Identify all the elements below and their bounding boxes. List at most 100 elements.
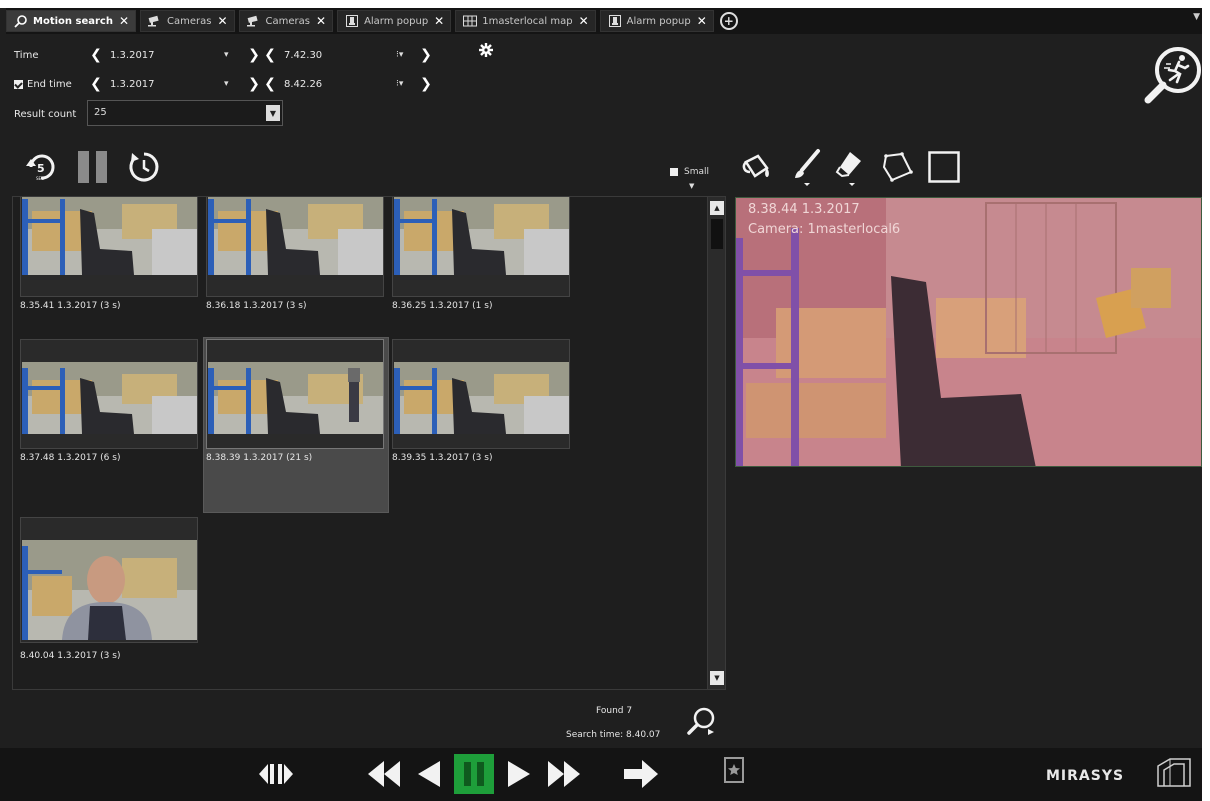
result-count-label: Result count — [14, 108, 77, 120]
tab-label: Cameras — [167, 15, 212, 27]
close-icon[interactable]: ✕ — [217, 14, 227, 28]
small-thumbnails-toggle[interactable]: Small — [670, 167, 709, 177]
start-date-prev-arrow[interactable]: ❮ — [88, 47, 104, 63]
result-count-value: 25 — [94, 107, 107, 118]
history-clock-icon[interactable] — [128, 151, 160, 183]
thumbnail-frame — [392, 197, 570, 297]
eraser-icon[interactable] — [834, 148, 868, 188]
settings-gear-icon[interactable] — [478, 42, 494, 58]
play-reverse-icon[interactable] — [414, 758, 442, 790]
result-thumbnail-selected[interactable]: 8.38.39 1.3.2017 (21 s) — [206, 339, 384, 463]
motion-search-icon — [13, 14, 29, 28]
map-icon — [462, 14, 478, 28]
result-caption: 8.35.41 1.3.2017 (3 s) — [20, 301, 121, 311]
preview-frame-image — [736, 198, 1201, 466]
tab-label: Alarm popup — [364, 15, 429, 27]
tab-bar: Motion search ✕ Cameras ✕ Cameras ✕ Alar… — [6, 8, 1202, 34]
tab-menu-icon[interactable]: ▼ — [1193, 12, 1200, 22]
size-dropdown-icon[interactable]: ▼ — [689, 182, 694, 190]
bookmark-icon[interactable] — [722, 756, 746, 786]
start-date-field[interactable]: 1.3.2017 — [104, 50, 224, 61]
scroll-down-icon[interactable]: ▼ — [710, 671, 724, 685]
end-time-label-wrap[interactable]: End time — [14, 79, 88, 90]
svg-text:5: 5 — [37, 162, 45, 175]
close-icon[interactable]: ✕ — [119, 14, 129, 28]
warehouse-thumbnail-image — [22, 362, 197, 434]
tab-alarm-popup-2[interactable]: Alarm popup ✕ — [599, 10, 714, 32]
end-time-checkbox[interactable] — [14, 79, 23, 89]
end-time-prev-arrow[interactable]: ❮ — [262, 76, 278, 92]
alarm-icon — [607, 14, 623, 28]
fast-rewind-icon[interactable] — [366, 758, 402, 790]
close-icon[interactable]: ✕ — [579, 14, 589, 28]
thumbnail-frame — [20, 339, 198, 449]
pause-icon — [464, 762, 484, 786]
start-time-next-arrow[interactable]: ❯ — [418, 47, 434, 63]
brand-logo-text: MIRASYS — [1046, 768, 1125, 784]
playback-bar: MIRASYS — [0, 748, 1202, 801]
tab-label: Alarm popup — [626, 15, 691, 27]
tab-motion-search[interactable]: Motion search ✕ — [6, 10, 137, 32]
motion-search-app: Motion search ✕ Cameras ✕ Cameras ✕ Alar… — [0, 0, 1210, 801]
search-icon[interactable] — [686, 706, 718, 736]
end-date-prev-arrow[interactable]: ❮ — [88, 76, 104, 92]
step-back-icon[interactable] — [258, 758, 294, 790]
start-date-dropdown-icon[interactable]: ▾ — [224, 50, 246, 60]
close-icon[interactable]: ✕ — [434, 14, 444, 28]
run-motion-search-icon[interactable] — [1142, 44, 1204, 106]
time-label: Time — [14, 49, 39, 61]
end-time-row: End time ❮ 1.3.2017 ▾ ❯ ❮ 8.42.26 ⁝▾ ❯ — [14, 73, 434, 95]
result-thumbnail[interactable]: 8.37.48 1.3.2017 (6 s) — [20, 339, 198, 463]
scrollbar-thumb[interactable] — [711, 219, 723, 249]
add-tab-icon[interactable]: + — [719, 12, 738, 30]
end-time-spinner-icon[interactable]: ⁝▾ — [396, 79, 418, 89]
start-date-next-arrow[interactable]: ❯ — [246, 47, 262, 63]
start-time-field[interactable]: 7.42.30 — [278, 50, 396, 61]
close-icon[interactable]: ✕ — [316, 14, 326, 28]
polygon-select-icon[interactable] — [880, 150, 916, 184]
end-time-field[interactable]: 8.42.26 — [278, 79, 396, 90]
result-caption: 8.38.39 1.3.2017 (21 s) — [206, 453, 313, 463]
result-caption: 8.40.04 1.3.2017 (3 s) — [20, 651, 121, 661]
thumbnail-frame — [20, 517, 198, 643]
result-count-select[interactable]: 25 ▼ — [87, 100, 283, 126]
small-checkbox[interactable] — [670, 168, 678, 176]
end-date-dropdown-icon[interactable]: ▾ — [224, 79, 246, 89]
scroll-up-icon[interactable]: ▲ — [710, 201, 724, 215]
tab-alarm-popup[interactable]: Alarm popup ✕ — [337, 10, 452, 32]
results-scrollbar[interactable]: ▲ ▼ — [707, 197, 725, 689]
end-date-field[interactable]: 1.3.2017 — [104, 79, 224, 90]
brush-icon[interactable] — [790, 148, 824, 188]
video-preview[interactable]: 8.38.44 1.3.2017 Camera: 1masterlocal6 — [735, 197, 1202, 467]
fast-forward-icon[interactable] — [546, 758, 582, 790]
paint-bucket-icon[interactable] — [740, 150, 774, 184]
go-to-live-arrow-icon[interactable] — [622, 758, 660, 790]
rectangle-select-icon[interactable] — [928, 151, 960, 183]
warehouse-thumbnail-image — [22, 197, 197, 275]
result-thumbnail[interactable]: 8.35.41 1.3.2017 (3 s) — [20, 197, 198, 311]
tab-map[interactable]: 1masterlocal map ✕ — [455, 10, 596, 32]
camera-icon — [147, 14, 163, 28]
alarm-icon — [344, 14, 360, 28]
result-thumbnail[interactable]: 8.36.25 1.3.2017 (1 s) — [392, 197, 570, 311]
tab-cameras-2[interactable]: Cameras ✕ — [238, 10, 334, 32]
result-thumbnail[interactable]: 8.40.04 1.3.2017 (3 s) — [20, 517, 198, 661]
start-time-spinner-icon[interactable]: ⁝▾ — [396, 50, 418, 60]
start-time-prev-arrow[interactable]: ❮ — [262, 47, 278, 63]
end-time-next-arrow[interactable]: ❯ — [418, 76, 434, 92]
result-thumbnail[interactable]: 8.36.18 1.3.2017 (3 s) — [206, 197, 384, 311]
mirasys-logo-icon — [1154, 756, 1194, 790]
pause-button[interactable] — [454, 754, 494, 794]
play-icon[interactable] — [506, 758, 534, 790]
warehouse-thumbnail-image — [208, 197, 383, 275]
rewind-5-seconds-icon[interactable]: 5 SEC — [24, 150, 58, 184]
pause-icon[interactable] — [76, 150, 110, 184]
close-icon[interactable]: ✕ — [697, 14, 707, 28]
warehouse-thumbnail-image — [394, 197, 569, 275]
end-time-label: End time — [27, 78, 72, 90]
result-caption: 8.37.48 1.3.2017 (6 s) — [20, 453, 121, 463]
result-thumbnail[interactable]: 8.39.35 1.3.2017 (3 s) — [392, 339, 570, 463]
chevron-down-icon[interactable]: ▼ — [266, 105, 280, 121]
end-date-next-arrow[interactable]: ❯ — [246, 76, 262, 92]
tab-cameras[interactable]: Cameras ✕ — [140, 10, 235, 32]
